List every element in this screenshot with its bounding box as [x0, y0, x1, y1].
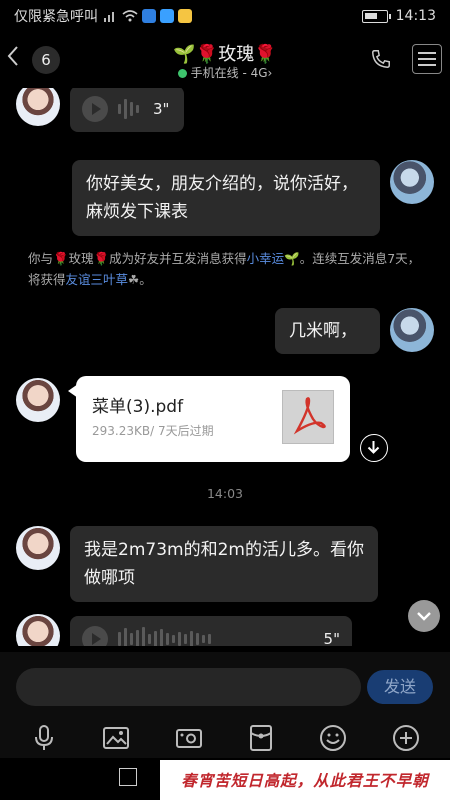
play-icon[interactable]	[82, 96, 108, 122]
friendship-system-message: 你与🌹玫瑰🌹成为好友并互发消息获得小幸运🌱。连续互发消息7天，将获得友谊三叶草☘…	[28, 248, 428, 290]
photo-button[interactable]	[101, 723, 131, 753]
phone-call-button[interactable]	[370, 48, 392, 70]
chat-area[interactable]: 3" 你好美女，朋友介绍的，说你活好，麻烦发下课表 你与🌹玫瑰🌹成为好友并互发消…	[0, 88, 450, 646]
voice-duration: 3"	[153, 100, 170, 118]
emoji-button[interactable]	[318, 723, 348, 753]
recent-apps-button[interactable]	[119, 768, 137, 786]
sent-message[interactable]: 你好美女，朋友介绍的，说你活好，麻烦发下课表	[72, 160, 380, 236]
message-notification-icon	[178, 9, 192, 23]
file-name: 菜单(3).pdf	[92, 397, 184, 417]
voice-duration: 5"	[323, 630, 340, 646]
waveform-icon	[118, 627, 211, 646]
download-icon	[367, 441, 380, 454]
sent-message[interactable]: 几米啊，	[275, 308, 380, 354]
camera-icon	[175, 729, 202, 748]
red-packet-icon	[250, 725, 273, 751]
more-button[interactable]	[391, 723, 421, 753]
chevron-right-icon: ›	[267, 66, 273, 80]
red-packet-button[interactable]	[246, 723, 276, 753]
menu-button[interactable]	[412, 44, 442, 74]
contact-avatar[interactable]	[16, 378, 60, 422]
message-timestamp: 14:03	[206, 486, 244, 501]
voice-button[interactable]	[29, 723, 59, 753]
contact-avatar[interactable]	[16, 614, 60, 646]
download-button[interactable]	[360, 434, 388, 462]
play-icon[interactable]	[82, 626, 108, 646]
voice-message[interactable]: 5"	[70, 616, 352, 646]
file-message[interactable]: 菜单(3).pdf 293.23KB/ 7天后过期	[68, 376, 350, 462]
received-message[interactable]: 我是2m73m的和2m的活儿多。看你做哪项	[70, 526, 378, 602]
location-notification-icon	[160, 9, 174, 23]
signal-icon	[104, 12, 114, 22]
scroll-to-bottom-button[interactable]	[408, 600, 440, 632]
plus-circle-icon	[392, 725, 419, 751]
phone-icon	[372, 50, 390, 68]
input-toolbar	[0, 718, 450, 758]
clock-text: 14:13	[395, 8, 436, 24]
waveform-icon	[118, 99, 139, 119]
input-bar: 发送	[0, 652, 450, 718]
pdf-icon	[282, 390, 334, 444]
clover-link[interactable]: 友谊三叶草	[66, 272, 129, 287]
poem-banner: 春宵苦短日高起，从此君王不早朝	[160, 760, 450, 800]
message-input[interactable]	[16, 668, 361, 706]
system-text: ☘。	[128, 272, 152, 287]
chat-header: 6 🌱🌹玫瑰🌹 手机在线 - 4G›	[0, 32, 450, 88]
wifi-icon	[122, 10, 138, 22]
microphone-icon	[35, 725, 54, 750]
contact-avatar[interactable]	[16, 526, 60, 570]
lucky-link[interactable]: 小幸运	[247, 251, 285, 266]
app-notification-icon	[142, 9, 156, 23]
file-meta: 293.23KB/ 7天后过期	[92, 424, 214, 438]
my-avatar[interactable]	[390, 160, 434, 204]
status-icons	[104, 9, 192, 23]
battery-icon	[361, 9, 391, 23]
camera-button[interactable]	[174, 723, 204, 753]
system-text: 你与🌹玫瑰🌹成为好友并互发消息获得	[28, 251, 247, 266]
my-avatar[interactable]	[390, 308, 434, 352]
chevron-down-icon	[417, 612, 431, 621]
image-icon	[103, 727, 130, 749]
voice-message[interactable]: 3"	[70, 88, 184, 132]
status-bar: 仅限紧急呼叫 14:13	[0, 0, 450, 32]
send-button[interactable]: 发送	[367, 670, 433, 704]
online-status-text: 手机在线 - 4G	[190, 66, 268, 80]
carrier-text: 仅限紧急呼叫	[14, 9, 98, 25]
contact-avatar[interactable]	[16, 88, 60, 126]
online-dot-icon	[177, 69, 187, 78]
emoji-icon	[320, 725, 347, 751]
